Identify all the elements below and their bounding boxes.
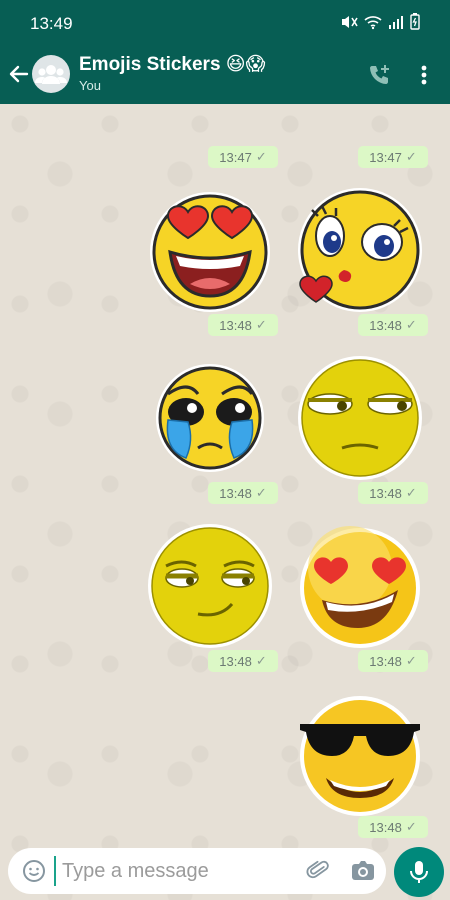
chat-area[interactable]: 13:47 ✓ 13:47 ✓ 13:48 ✓ 13:48 ✓ 13:48 ✓ … xyxy=(0,104,450,900)
sent-check-icon: ✓ xyxy=(405,819,417,834)
sent-check-icon: ✓ xyxy=(405,317,417,332)
message-timestamp: 13:48 ✓ xyxy=(358,314,428,336)
sent-check-icon: ✓ xyxy=(405,653,417,668)
add-call-icon[interactable] xyxy=(366,62,392,88)
message-input[interactable] xyxy=(54,856,292,886)
timestamp-text: 13:48 xyxy=(369,819,402,835)
message-composer xyxy=(8,848,386,894)
message-timestamp: 13:48 ✓ xyxy=(358,650,428,672)
chat-title[interactable]: Emojis Stickers 😆😱 xyxy=(79,53,265,76)
emoji-icon[interactable] xyxy=(22,859,46,883)
sent-check-icon: ✓ xyxy=(255,317,267,332)
status-bar: 13:49 xyxy=(0,0,450,44)
message-timestamp: 13:47 ✓ xyxy=(208,146,278,168)
kissing-heart-sticker[interactable] xyxy=(296,186,424,314)
camera-icon[interactable] xyxy=(350,859,376,883)
microphone-button[interactable] xyxy=(394,847,444,897)
heart-eyes-grin-sticker[interactable] xyxy=(296,522,424,650)
timestamp-text: 13:48 xyxy=(219,317,252,333)
microphone-icon xyxy=(410,861,428,883)
status-time: 13:49 xyxy=(30,14,73,33)
sent-check-icon: ✓ xyxy=(255,485,267,500)
heart-eyes-laughing-sticker[interactable] xyxy=(146,186,274,314)
sent-check-icon: ✓ xyxy=(405,485,417,500)
timestamp-text: 13:48 xyxy=(219,485,252,501)
battery-icon xyxy=(410,13,420,35)
smirking-sticker[interactable] xyxy=(146,522,274,650)
unamused-side-eye-sticker[interactable] xyxy=(296,354,424,482)
back-arrow-icon[interactable] xyxy=(6,61,32,87)
timestamp-text: 13:47 xyxy=(219,149,252,165)
more-options-icon[interactable] xyxy=(412,62,436,88)
timestamp-text: 13:48 xyxy=(369,653,402,669)
mute-icon xyxy=(340,14,358,35)
timestamp-text: 13:47 xyxy=(369,149,402,165)
status-icons xyxy=(340,13,420,35)
message-timestamp: 13:48 ✓ xyxy=(358,816,428,838)
timestamp-text: 13:48 xyxy=(369,317,402,333)
message-timestamp: 13:48 ✓ xyxy=(208,314,278,336)
timestamp-text: 13:48 xyxy=(219,653,252,669)
message-timestamp: 13:48 ✓ xyxy=(208,650,278,672)
message-timestamp: 13:48 ✓ xyxy=(208,482,278,504)
pleading-crying-sticker[interactable] xyxy=(146,354,274,482)
chat-header: Emojis Stickers 😆😱 You xyxy=(0,44,450,104)
wifi-icon xyxy=(364,14,382,35)
message-timestamp: 13:48 ✓ xyxy=(358,482,428,504)
sent-check-icon: ✓ xyxy=(255,149,267,164)
group-avatar[interactable] xyxy=(32,55,70,93)
sent-check-icon: ✓ xyxy=(255,653,267,668)
sent-check-icon: ✓ xyxy=(405,149,417,164)
signal-icon xyxy=(388,14,404,35)
paperclip-icon[interactable] xyxy=(306,859,330,883)
sunglasses-sticker[interactable] xyxy=(296,690,424,818)
message-timestamp: 13:47 ✓ xyxy=(358,146,428,168)
timestamp-text: 13:48 xyxy=(369,485,402,501)
chat-subtitle[interactable]: You xyxy=(79,78,101,93)
